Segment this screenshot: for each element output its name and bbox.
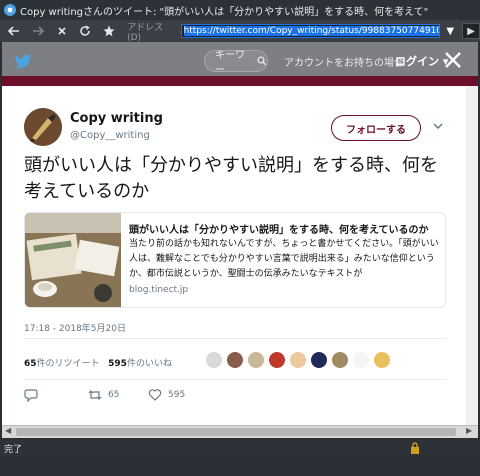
avatar[interactable] [289, 351, 307, 369]
user-name[interactable]: Copy writing [70, 111, 163, 126]
like-count: 595 [108, 359, 127, 369]
login-link[interactable]: ログイン ▾ [395, 53, 448, 69]
retweet-action-count: 65 [108, 390, 120, 400]
liker-avatars [205, 351, 394, 371]
avatar[interactable] [24, 108, 62, 146]
retweet-button[interactable]: 65 [88, 388, 119, 402]
search-icon [257, 56, 267, 66]
window-bottom-edge [0, 456, 480, 476]
search-input[interactable]: キーワー [204, 50, 268, 76]
horizontal-scrollbar[interactable]: ◀ ▶ [2, 425, 478, 438]
tweet-text: 頭がいい人は「分かりやすい説明」をする時、何を考えているのか [24, 155, 438, 202]
vertical-scrollbar[interactable] [466, 86, 478, 438]
chevron-down-icon[interactable]: ▼ [442, 23, 458, 39]
header-accent-bar [2, 76, 478, 86]
reply-icon [24, 389, 38, 402]
reply-button[interactable] [24, 388, 44, 402]
chevron-down-icon[interactable] [432, 120, 444, 132]
avatar[interactable] [352, 351, 370, 369]
lock-icon [411, 442, 419, 454]
scrollbar-thumb[interactable] [16, 428, 456, 436]
link-preview-image [25, 213, 121, 307]
scroll-left-icon[interactable]: ◀ [5, 426, 11, 435]
heart-icon [148, 389, 162, 401]
address-label: アドレス(D) [127, 22, 164, 43]
link-preview-card[interactable]: 頭がいい人は「分かりやすい説明」をする時、何を考えているのか 当たり前の話かも知… [24, 212, 446, 308]
twitter-bird-icon[interactable] [14, 54, 32, 70]
link-preview-title: 頭がいい人は「分かりやすい説明」をする時、何を考えているのか [129, 225, 429, 236]
browser-icon [4, 4, 16, 16]
close-icon[interactable] [52, 22, 72, 40]
avatar[interactable] [310, 351, 328, 369]
retweet-stat[interactable]: 65件のリツイート [24, 359, 100, 369]
login-label: ログイン [395, 55, 439, 68]
forward-arrow-icon[interactable] [28, 22, 48, 40]
browser-toolbar: アドレス(D) https://twitter.com/Copy_writing… [0, 20, 480, 43]
search-placeholder: キーワー [215, 50, 245, 76]
status-bar: 完了 [0, 440, 480, 456]
user-handle[interactable]: @Copy__writing [70, 130, 150, 141]
like-suffix: 件のいいね [126, 359, 172, 369]
divider [24, 379, 446, 380]
retweet-count: 65 [24, 359, 37, 369]
twitter-header: キーワー アカウントをお持ちの場合 ログイン ▾ [2, 42, 478, 86]
retweet-icon [88, 390, 102, 400]
address-input[interactable]: https://twitter.com/Copy_writing/status/… [180, 24, 441, 38]
refresh-icon[interactable] [75, 22, 95, 40]
tweet-timestamp[interactable]: 17:18 - 2018年5月20日 [24, 321, 126, 334]
window-titlebar: Copy writingさんのツイート: "頭がいい人は「分かりやすい説明」をす… [0, 0, 480, 20]
avatar[interactable] [373, 351, 391, 369]
avatar[interactable] [226, 351, 244, 369]
address-url: https://twitter.com/Copy_writing/status/… [183, 26, 440, 36]
status-text: 完了 [4, 444, 23, 455]
like-action-count: 595 [168, 390, 186, 400]
scroll-right-icon[interactable]: ▶ [466, 426, 472, 435]
fountain-pen-icon [24, 108, 62, 146]
back-arrow-icon[interactable] [4, 22, 24, 40]
like-button[interactable]: 595 [148, 388, 185, 402]
avatar[interactable] [247, 351, 265, 369]
avatar[interactable] [268, 351, 286, 369]
go-arrow-icon[interactable]: ▶ [462, 23, 480, 39]
retweet-suffix: 件のリツイート [36, 359, 100, 369]
has-account-text: アカウントをお持ちの場合 [284, 58, 404, 69]
star-icon[interactable] [99, 22, 119, 40]
like-stat[interactable]: 595件のいいね [108, 359, 172, 369]
page-frame: キーワー アカウントをお持ちの場合 ログイン ▾ Copy writing @C… [2, 42, 478, 438]
link-preview-domain: blog.tinect.jp [129, 285, 189, 295]
avatar[interactable] [331, 351, 349, 369]
link-preview-description: 当たり前の話かも知れないんですが、ちょっと書かせてください。「頭がいい人は、難解… [129, 239, 439, 279]
divider [24, 338, 446, 339]
avatar[interactable] [205, 351, 223, 369]
follow-button[interactable]: フォローする [331, 115, 421, 141]
close-icon[interactable] [442, 49, 464, 71]
tweet-stats: 65件のリツイート 595件のいいね [24, 356, 172, 369]
window-title: Copy writingさんのツイート: "頭がいい人は「分かりやすい説明」をす… [20, 6, 429, 18]
